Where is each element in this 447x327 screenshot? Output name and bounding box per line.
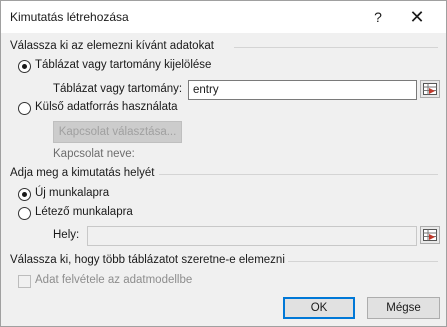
section-title-multiple: Válassza ki, hogy több táblázatot szeret… — [10, 254, 285, 266]
cancel-button[interactable]: Mégse — [367, 297, 440, 319]
location-label: Hely: — [53, 229, 80, 241]
choose-connection-button[interactable]: Kapcsolat választása... — [53, 121, 182, 143]
radio-existing-worksheet-label[interactable]: Létező munkalapra — [35, 206, 133, 218]
section-divider — [159, 174, 438, 175]
ok-button[interactable]: OK — [283, 297, 355, 319]
close-button[interactable]: ✕ — [402, 5, 432, 29]
create-pivottable-dialog: Kimutatás létrehozása ? ✕ Válassza ki az… — [0, 0, 447, 327]
help-button[interactable]: ? — [366, 7, 390, 27]
add-to-data-model-checkbox[interactable] — [18, 275, 31, 288]
table-range-label: Táblázat vagy tartomány: — [53, 83, 183, 95]
add-to-data-model-label[interactable]: Adat felvétele az adatmodellbe — [35, 274, 192, 286]
table-range-collapse-button[interactable] — [420, 80, 440, 98]
section-title-location: Adja meg a kimutatás helyét — [10, 167, 155, 179]
radio-table-range[interactable] — [18, 60, 31, 73]
radio-external-source[interactable] — [18, 102, 31, 115]
location-collapse-button[interactable] — [420, 226, 440, 244]
radio-new-worksheet[interactable] — [18, 188, 31, 201]
dialog-title: Kimutatás létrehozása — [10, 10, 129, 24]
radio-existing-worksheet[interactable] — [18, 207, 31, 220]
radio-external-source-label[interactable]: Külső adatforrás használata — [35, 101, 178, 113]
range-select-icon — [423, 229, 437, 241]
section-divider — [234, 47, 438, 48]
section-title-data: Válassza ki az elemezni kívánt adatokat — [10, 40, 214, 52]
radio-table-range-label[interactable]: Táblázat vagy tartomány kijelölése — [35, 59, 211, 71]
table-range-input[interactable] — [188, 80, 417, 100]
range-select-icon — [423, 83, 437, 95]
connection-name-label: Kapcsolat neve: — [53, 148, 135, 160]
location-input[interactable] — [87, 226, 417, 246]
radio-new-worksheet-label[interactable]: Új munkalapra — [35, 187, 109, 199]
section-divider — [288, 261, 438, 262]
title-bar: Kimutatás létrehozása ? ✕ — [1, 1, 446, 33]
